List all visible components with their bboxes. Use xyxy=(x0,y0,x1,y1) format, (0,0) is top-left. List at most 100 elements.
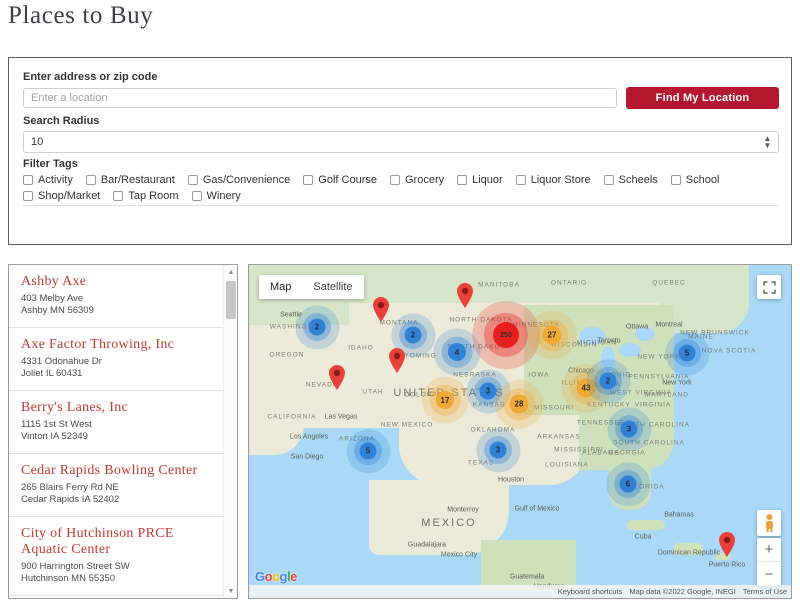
results-scrollbar[interactable]: ▲ ▼ xyxy=(223,265,237,598)
result-item[interactable]: Ashby Axe403 Melby AveAshby MN 56309 xyxy=(9,265,223,328)
map-cluster-marker[interactable]: 2 xyxy=(405,327,422,344)
cluster-count: 3 xyxy=(490,442,507,459)
location-input[interactable] xyxy=(23,88,617,108)
cluster-count: 2 xyxy=(405,327,422,344)
keyboard-shortcuts-link[interactable]: Keyboard shortcuts xyxy=(558,587,623,596)
map-pin-marker[interactable] xyxy=(718,531,736,557)
filter-tag-scheels[interactable]: Scheels xyxy=(604,174,658,186)
scroll-down-arrow-icon[interactable]: ▼ xyxy=(224,584,238,598)
map-state-label: Oregon xyxy=(270,352,305,359)
map-state-label: Idaho xyxy=(348,345,374,352)
map-cluster-marker[interactable]: 2 xyxy=(600,373,617,390)
checkbox[interactable] xyxy=(113,191,123,201)
checkbox[interactable] xyxy=(192,191,202,201)
map-pin-marker[interactable] xyxy=(328,364,346,390)
map-pin-marker[interactable] xyxy=(456,282,474,308)
map-canvas[interactable]: United StatesMexicoWashingtonOregonMonta… xyxy=(249,265,791,598)
result-item[interactable]: City of St Michael11800 Town Center Dr N… xyxy=(9,596,223,598)
result-item[interactable]: Berry's Lanes, Inc1115 1st St WestVinton… xyxy=(9,391,223,454)
scroll-up-arrow-icon[interactable]: ▲ xyxy=(224,265,238,279)
stepper-down-icon[interactable]: ▼ xyxy=(763,142,772,149)
scrollbar-thumb[interactable] xyxy=(226,281,236,319)
filter-tag-tap-room[interactable]: Tap Room xyxy=(113,190,178,202)
filter-tag-golf-course[interactable]: Golf Course xyxy=(303,174,377,186)
result-city-state-zip: Ashby MN 56309 xyxy=(21,305,211,317)
map-city-label: Los Angeles xyxy=(290,434,328,441)
address-label: Enter address or zip code xyxy=(23,71,779,83)
map-cluster-marker[interactable]: 28 xyxy=(510,395,529,414)
cluster-count: 3 xyxy=(621,421,638,438)
filter-tag-gas-convenience[interactable]: Gas/Convenience xyxy=(188,174,290,186)
checkbox[interactable] xyxy=(86,175,96,185)
filter-tag-label: Bar/Restaurant xyxy=(101,174,175,186)
map-cluster-marker[interactable]: 5 xyxy=(679,345,696,362)
map-city-label: New York xyxy=(662,380,692,387)
checkbox[interactable] xyxy=(604,175,614,185)
checkbox[interactable] xyxy=(457,175,467,185)
map-cluster-marker[interactable]: 6 xyxy=(620,476,637,493)
address-row: Enter address or zip code Find My Locati… xyxy=(23,71,779,109)
checkbox[interactable] xyxy=(23,175,33,185)
map-cluster-marker[interactable]: 250 xyxy=(493,322,519,348)
filter-tag-activity[interactable]: Activity xyxy=(23,174,73,186)
zoom-in-button[interactable]: + xyxy=(757,538,781,562)
map-cluster-marker[interactable]: 3 xyxy=(621,421,638,438)
result-item[interactable]: Axe Factor Throwing, Inc4331 Odonahue Dr… xyxy=(9,328,223,391)
map-state-label: Manitoba xyxy=(478,282,520,289)
checkbox[interactable] xyxy=(303,175,313,185)
map-city-label: Gulf of Mexico xyxy=(515,506,560,513)
results-scroll-area[interactable]: Ashby Axe403 Melby AveAshby MN 56309Axe … xyxy=(9,265,223,598)
result-item[interactable]: Cedar Rapids Bowling Center265 Blairs Fe… xyxy=(9,454,223,517)
filter-tag-label: Scheels xyxy=(619,174,658,186)
filter-tag-winery[interactable]: Winery xyxy=(192,190,241,202)
zoom-control[interactable]: + − xyxy=(757,538,781,586)
map-type-map-button[interactable]: Map xyxy=(259,275,302,299)
map-cluster-marker[interactable]: 17 xyxy=(436,391,454,409)
map-city-label: Monterrey xyxy=(447,507,479,514)
result-street: 1115 1st St West xyxy=(21,419,211,431)
filter-tag-shop-market[interactable]: Shop/Market xyxy=(23,190,100,202)
filter-tag-bar-restaurant[interactable]: Bar/Restaurant xyxy=(86,174,175,186)
page-title: Places to Buy xyxy=(8,2,153,30)
checkbox[interactable] xyxy=(188,175,198,185)
map-city-label: Toronto xyxy=(597,338,620,345)
cluster-count: 5 xyxy=(360,443,377,460)
map-cluster-marker[interactable]: 3 xyxy=(490,442,507,459)
map-cluster-marker[interactable]: 27 xyxy=(543,326,562,345)
map-cluster-marker[interactable]: 5 xyxy=(360,443,377,460)
map-container[interactable]: United StatesMexicoWashingtonOregonMonta… xyxy=(248,264,792,599)
checkbox[interactable] xyxy=(23,191,33,201)
result-name[interactable]: Berry's Lanes, Inc xyxy=(21,400,211,416)
map-cluster-marker[interactable]: 4 xyxy=(448,343,466,361)
fullscreen-icon[interactable] xyxy=(757,275,781,299)
search-radius-input[interactable] xyxy=(23,131,779,153)
filter-tag-grocery[interactable]: Grocery xyxy=(390,174,444,186)
filter-tag-school[interactable]: School xyxy=(671,174,720,186)
map-cluster-marker[interactable]: 3 xyxy=(480,383,497,400)
checkbox[interactable] xyxy=(516,175,526,185)
filter-tag-liquor-store[interactable]: Liquor Store xyxy=(516,174,591,186)
result-name[interactable]: Ashby Axe xyxy=(21,274,211,290)
zoom-out-button[interactable]: − xyxy=(757,562,781,586)
map-cluster-marker[interactable]: 2 xyxy=(309,319,326,336)
radius-stepper[interactable]: ▲ ▼ xyxy=(763,134,772,150)
map-pin-marker[interactable] xyxy=(388,347,406,373)
checkbox[interactable] xyxy=(390,175,400,185)
cluster-count: 4 xyxy=(448,343,466,361)
cluster-count: 3 xyxy=(480,383,497,400)
terms-of-use-link[interactable]: Terms of Use xyxy=(743,587,787,596)
result-name[interactable]: City of Hutchinson PRCE Aquatic Center xyxy=(21,526,211,558)
result-item[interactable]: City of Hutchinson PRCE Aquatic Center90… xyxy=(9,517,223,596)
map-city-label: Guadalajara xyxy=(408,542,446,549)
map-type-satellite-button[interactable]: Satellite xyxy=(302,275,363,299)
result-name[interactable]: Axe Factor Throwing, Inc xyxy=(21,337,211,353)
map-type-control[interactable]: Map Satellite xyxy=(259,275,364,299)
cluster-count: 17 xyxy=(436,391,454,409)
find-my-location-button[interactable]: Find My Location xyxy=(626,87,779,109)
street-view-pegman-icon[interactable] xyxy=(757,510,781,536)
checkbox[interactable] xyxy=(671,175,681,185)
filter-tag-liquor[interactable]: Liquor xyxy=(457,174,503,186)
result-name[interactable]: Cedar Rapids Bowling Center xyxy=(21,463,211,479)
map-city-label: San Diego xyxy=(291,454,324,461)
map-pin-marker[interactable] xyxy=(372,296,390,322)
